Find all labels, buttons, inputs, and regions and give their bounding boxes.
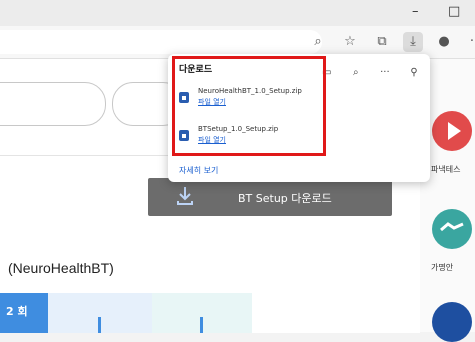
table-header-cell: 2 회 [0, 293, 48, 333]
profile-icon[interactable]: ● [434, 32, 454, 52]
address-bar[interactable] [0, 30, 322, 54]
download-filename: NeuroHealthBT_1.0_Setup.zip [198, 87, 302, 95]
table-cell [152, 293, 252, 333]
downloads-popup-title: 다운로드 [179, 65, 213, 75]
favorites-icon[interactable]: ☆ [340, 32, 360, 52]
search-icon[interactable]: ⌕ [348, 66, 364, 80]
download-item[interactable]: NeuroHealthBT_1.0_Setup.zip 파일 열기 [178, 85, 338, 111]
open-file-link[interactable]: 파일 열기 [198, 97, 226, 107]
downloads-popup-actions: ▭ ⌕ ··· ⚲ [311, 60, 422, 80]
table-header-text: 2 회 [6, 305, 28, 318]
zip-file-icon [179, 92, 189, 103]
table-cell [48, 293, 152, 333]
title-bar: – □ [0, 0, 475, 26]
zip-file-icon [179, 130, 189, 141]
maximize-button[interactable]: □ [448, 4, 460, 19]
see-more-link[interactable]: 자세히 보기 [179, 165, 218, 176]
zoom-icon[interactable]: ⌕ [308, 32, 328, 52]
sidebar-handshake-icon[interactable] [432, 209, 472, 249]
collections-icon[interactable]: ⧉ [372, 32, 392, 52]
sidebar-play-icon[interactable] [432, 111, 472, 151]
sidebar-item-label: 파낵테스 [431, 165, 461, 174]
more-icon[interactable]: · [462, 32, 475, 52]
downloads-popup: 다운로드 ▭ ⌕ ··· ⚲ NeuroHealthBT_1.0_Setup.z… [168, 54, 430, 182]
pin-icon[interactable]: ⚲ [406, 66, 422, 80]
data-table: 2 회 [0, 293, 420, 333]
downloads-icon[interactable]: ⤓ [403, 32, 423, 52]
section-title: (NeuroHealthBT) [8, 260, 114, 276]
sidebar-blue-icon[interactable] [432, 302, 472, 342]
download-filename: BTSetup_1.0_Setup.zip [198, 125, 279, 133]
search-pill-left[interactable] [0, 82, 106, 126]
folder-icon[interactable]: ▭ [319, 66, 335, 80]
download-icon [177, 187, 193, 205]
sidebar-item-label: 가명안 [431, 263, 454, 272]
download-button[interactable]: BT Setup 다운로드 [148, 178, 392, 216]
open-file-link[interactable]: 파일 열기 [198, 135, 226, 145]
table-cell [252, 293, 420, 333]
download-button-label: BT Setup 다운로드 [238, 192, 332, 205]
download-item[interactable]: BTSetup_1.0_Setup.zip 파일 열기 [178, 123, 338, 149]
more-options-icon[interactable]: ··· [377, 66, 393, 80]
minimize-button[interactable]: – [412, 4, 419, 19]
